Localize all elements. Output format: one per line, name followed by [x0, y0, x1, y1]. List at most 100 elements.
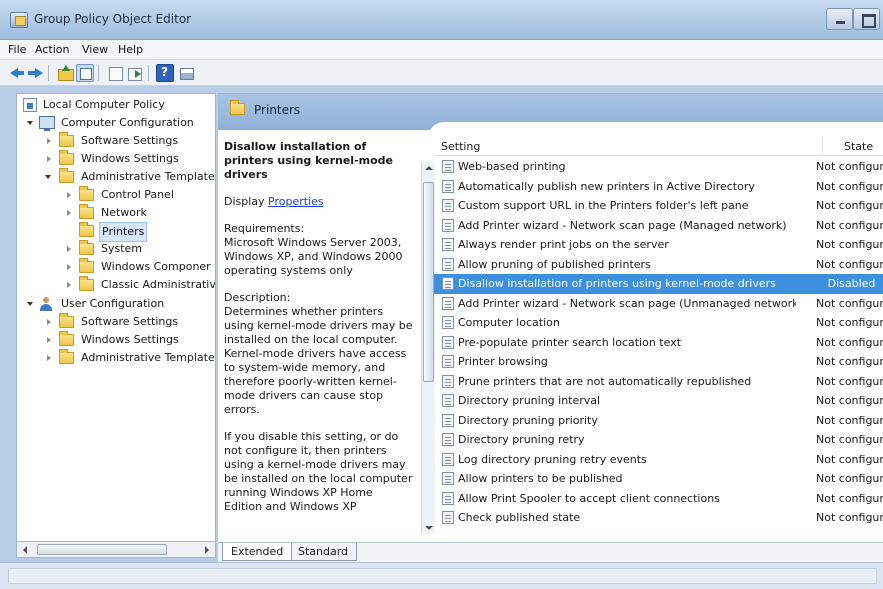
- settings-row[interactable]: Log directory pruning retry events Not co…: [434, 450, 883, 470]
- status-bar: [0, 562, 883, 589]
- menu-bar: File Action View Help: [0, 40, 883, 60]
- expand-arrow-icon[interactable]: [27, 302, 33, 306]
- policy-setting-icon: [442, 413, 454, 427]
- expand-arrow-icon[interactable]: [67, 246, 71, 252]
- policy-setting-icon: [442, 296, 454, 310]
- show-console-icon[interactable]: [178, 64, 196, 82]
- policy-setting-icon: [442, 316, 454, 329]
- column-divider[interactable]: [822, 136, 823, 156]
- settings-row[interactable]: Automatically publish new printers in Ac…: [434, 177, 883, 197]
- show-hide-tree-icon[interactable]: [76, 64, 94, 82]
- tree-horizontal-scrollbar[interactable]: [16, 542, 216, 558]
- scrollbar-thumb[interactable]: [37, 544, 167, 555]
- menu-view[interactable]: View: [82, 43, 108, 56]
- maximize-button[interactable]: [853, 8, 880, 30]
- forward-arrow-icon[interactable]: [26, 64, 44, 82]
- expand-arrow-icon[interactable]: [47, 319, 51, 325]
- tree-item-label: Control Panel: [101, 188, 174, 201]
- expand-arrow-icon[interactable]: [67, 192, 71, 198]
- group-policy-app-icon: [10, 12, 28, 28]
- export-list-icon[interactable]: [126, 64, 144, 82]
- scroll-down-arrow-icon[interactable]: [425, 526, 433, 530]
- tree-item-label: Software Settings: [81, 134, 179, 147]
- menu-help[interactable]: Help: [118, 43, 143, 56]
- setting-state: Not configured: [816, 257, 883, 271]
- scroll-up-arrow-icon[interactable]: [425, 166, 433, 170]
- description-vertical-scrollbar[interactable]: [421, 162, 435, 534]
- tree-item-label: Software Settings: [81, 315, 179, 328]
- policy-setting-icon: [442, 472, 454, 485]
- settings-row[interactable]: Always render print jobs on the server No…: [434, 235, 883, 255]
- settings-row[interactable]: Add Printer wizard - Network scan page (…: [434, 294, 883, 314]
- column-header-state[interactable]: State: [828, 140, 873, 153]
- settings-list-header: Setting State: [434, 136, 883, 156]
- tab-standard[interactable]: Standard: [290, 543, 358, 561]
- back-arrow-icon[interactable]: [8, 64, 26, 82]
- tab-extended[interactable]: Extended: [222, 543, 293, 561]
- setting-state: Not configured: [816, 472, 883, 485]
- tree-item-label: Printers: [99, 222, 148, 242]
- tree-item-label: Network: [101, 206, 147, 219]
- view-tabs: Extended Standard: [218, 542, 883, 562]
- expand-arrow-icon[interactable]: [45, 175, 51, 179]
- settings-row[interactable]: Add Printer wizard - Network scan page (…: [434, 216, 883, 236]
- computer-icon: [39, 116, 55, 131]
- settings-row[interactable]: Allow Print Spooler to accept client con…: [434, 489, 883, 509]
- tree-item-label: System: [101, 242, 143, 255]
- minimize-button[interactable]: [826, 8, 853, 30]
- expand-arrow-icon[interactable]: [67, 264, 71, 270]
- policy-setting-icon: [442, 257, 454, 271]
- setting-state: Not configured: [816, 160, 883, 173]
- policy-setting-icon: [442, 452, 454, 466]
- folder-icon: [79, 186, 94, 201]
- up-one-level-icon[interactable]: [56, 64, 74, 82]
- setting-state: Not configured: [816, 413, 883, 427]
- tree-item-label: Administrative Template: [81, 351, 215, 364]
- scroll-right-arrow-icon[interactable]: [205, 546, 209, 554]
- policy-setting-icon: [442, 179, 454, 193]
- setting-name: Directory pruning priority: [458, 413, 598, 427]
- settings-row[interactable]: Computer location Not configured: [434, 313, 883, 333]
- folder-icon: [59, 168, 74, 183]
- setting-state: Not configured: [816, 374, 883, 388]
- tree-item-label: Windows Settings: [81, 333, 179, 346]
- properties-link[interactable]: Properties: [268, 195, 324, 208]
- folder-icon: [79, 204, 94, 219]
- settings-row[interactable]: Directory pruning interval Not configured: [434, 391, 883, 411]
- settings-row[interactable]: Check published state Not configured: [434, 508, 883, 528]
- setting-state: Not configured: [816, 511, 883, 524]
- scroll-left-arrow-icon[interactable]: [23, 546, 27, 554]
- folder-icon: [59, 132, 74, 147]
- setting-name: Check published state: [458, 511, 581, 524]
- scrollbar-thumb[interactable]: [423, 182, 434, 382]
- tree-item-label: Computer Configuration: [61, 116, 194, 129]
- settings-row[interactable]: Allow pruning of published printers Not c…: [434, 255, 883, 275]
- folder-title: Printers: [254, 103, 301, 117]
- setting-name: Custom support URL in the Printers folde…: [458, 199, 749, 212]
- menu-action[interactable]: Action: [35, 43, 69, 56]
- expand-arrow-icon[interactable]: [47, 156, 51, 162]
- settings-row[interactable]: Allow printers to be published Not config…: [434, 469, 883, 489]
- expand-arrow-icon[interactable]: [67, 282, 71, 288]
- settings-row[interactable]: Custom support URL in the Printers folde…: [434, 196, 883, 216]
- setting-state: Disabled: [827, 277, 876, 290]
- setting-title: Disallow installation of printers using …: [224, 140, 393, 181]
- setting-state: Not configured: [816, 316, 883, 329]
- settings-row[interactable]: Web-based printing Not configured: [434, 157, 883, 177]
- expand-arrow-icon[interactable]: [47, 337, 51, 343]
- settings-row[interactable]: Pre-populate printer search location tex…: [434, 333, 883, 353]
- settings-row[interactable]: Printer browsing Not configured: [434, 352, 883, 372]
- settings-row[interactable]: Directory pruning retry Not configured: [434, 430, 883, 450]
- expand-arrow-icon[interactable]: [47, 138, 51, 144]
- column-header-setting[interactable]: Setting: [441, 140, 480, 153]
- expand-arrow-icon[interactable]: [47, 355, 51, 361]
- settings-row[interactable]: Prune printers that are not automaticall…: [434, 372, 883, 392]
- expand-arrow-icon[interactable]: [67, 210, 71, 216]
- settings-row-selected[interactable]: Disallow installation of printers using …: [434, 274, 883, 294]
- menu-file[interactable]: File: [8, 43, 26, 56]
- settings-row[interactable]: Directory pruning priority Not configured: [434, 411, 883, 431]
- policy-setting-icon: [442, 218, 454, 232]
- properties-icon[interactable]: [106, 64, 124, 82]
- expand-arrow-icon[interactable]: [27, 121, 33, 125]
- help-icon[interactable]: [156, 64, 174, 82]
